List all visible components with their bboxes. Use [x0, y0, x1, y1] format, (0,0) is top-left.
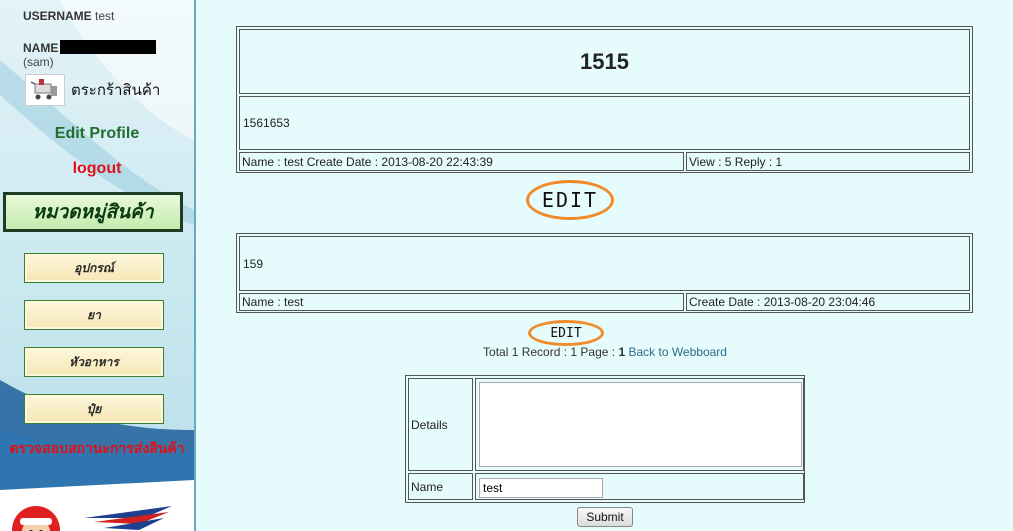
name-cell: [475, 473, 804, 500]
redacted-name-bar: [60, 40, 157, 54]
post-meta-view-reply: View : 5 Reply : 1: [686, 152, 970, 171]
submit-button[interactable]: Submit: [577, 507, 633, 527]
sidebar: USERNAME test NAME (sam) ตระกร้าสินค้า E…: [0, 0, 196, 531]
back-to-webboard-link[interactable]: Back to Webboard: [628, 345, 727, 359]
name-line: NAME: [23, 40, 157, 55]
reply-body: 159: [239, 236, 970, 291]
category-equipment-button[interactable]: อุปกรณ์: [24, 253, 164, 283]
pagination-summary: Total 1 Record : 1 Page :: [483, 345, 619, 359]
reply-meta-date: Create Date : 2013-08-20 23:04:46: [686, 293, 970, 311]
reply-meta-author: Name : test: [239, 293, 684, 311]
reply-table: 159 Name : test Create Date : 2013-08-20…: [236, 233, 973, 313]
post-title: 1515: [239, 29, 970, 94]
logout-link[interactable]: logout: [0, 160, 194, 178]
category-header: หมวดหมู่สินค้า: [3, 192, 183, 232]
username-line: USERNAME test: [23, 9, 114, 23]
reply-form: Details Name: [405, 375, 805, 503]
current-page: 1: [618, 345, 626, 359]
pagination: Total 1 Record : 1 Page : 1 Back to Webb…: [0, 345, 1013, 359]
post-table: 1515 1561653 Name : test Create Date : 2…: [236, 26, 973, 173]
details-label: Details: [408, 378, 473, 471]
username-value: test: [95, 9, 115, 23]
details-cell: [475, 378, 804, 471]
edit-profile-link[interactable]: Edit Profile: [0, 125, 194, 143]
edit-post-label: EDIT: [541, 188, 599, 212]
cart-icon[interactable]: [25, 74, 65, 106]
name-label: NAME: [23, 41, 59, 55]
name-sub: (sam): [23, 55, 54, 69]
mascot-logo: [12, 506, 60, 531]
edit-reply-label: EDIT: [550, 325, 582, 341]
category-fertilizer-button[interactable]: ปุ๋ย: [24, 394, 164, 424]
edit-post-annotation[interactable]: EDIT: [526, 180, 614, 220]
post-body: 1561653: [239, 96, 970, 150]
details-textarea[interactable]: [479, 382, 802, 467]
postal-wing-logo: [84, 506, 172, 530]
category-medicine-button[interactable]: ยา: [24, 300, 164, 330]
track-shipment-link[interactable]: ตรวจสอบสถานะการส่งสินค้า: [0, 440, 194, 459]
post-meta-author-date: Name : test Create Date : 2013-08-20 22:…: [239, 152, 684, 171]
name-label: Name: [408, 473, 473, 500]
cart-label[interactable]: ตระกร้าสินค้า: [71, 78, 160, 102]
username-label: USERNAME: [23, 9, 92, 23]
name-input[interactable]: [479, 478, 603, 498]
edit-reply-annotation[interactable]: EDIT: [528, 320, 604, 346]
cart-link[interactable]: ตระกร้าสินค้า: [25, 74, 160, 106]
